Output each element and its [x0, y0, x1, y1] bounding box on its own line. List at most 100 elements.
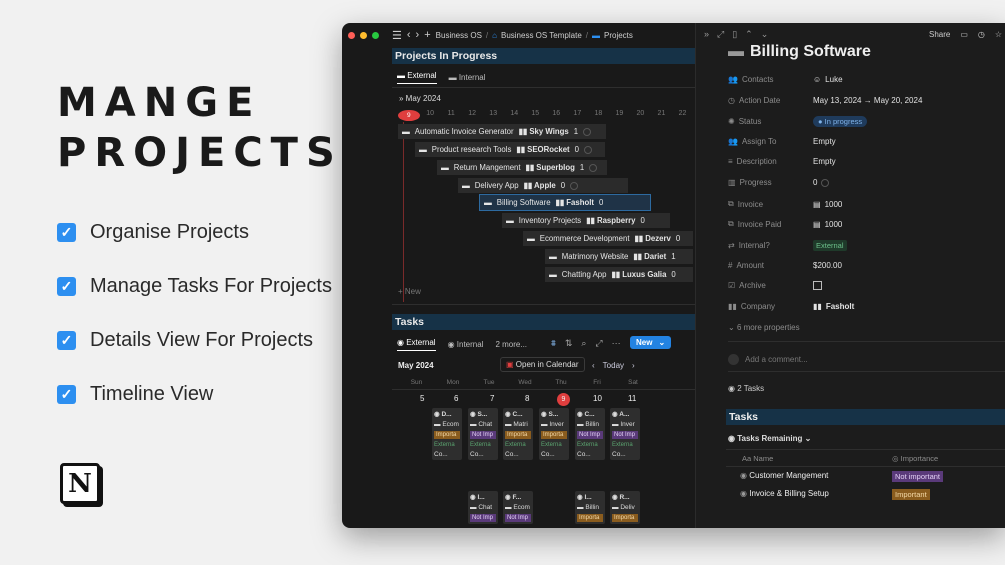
maximize-window-button[interactable]: [372, 31, 379, 39]
prop-invoice[interactable]: ⧉ Invoice ▤ 1000: [728, 199, 1005, 209]
building-icon: ▮▮: [728, 302, 737, 311]
prop-contacts[interactable]: 👥 Contacts ☺ Luke: [728, 75, 1005, 84]
calendar-month: May 2024: [398, 361, 434, 370]
timeline-bar[interactable]: ▬ Return Mangement ▮▮ Superblog 1: [437, 160, 607, 175]
down-icon[interactable]: ⌄: [761, 29, 769, 40]
user-icon: ☺: [813, 75, 822, 84]
collapse-icon[interactable]: »: [704, 29, 709, 40]
up-icon[interactable]: ⌃: [745, 29, 753, 40]
feature-label: Details View For Projects: [90, 329, 314, 351]
timeline-month: » May 2024: [399, 94, 441, 103]
tab-internal[interactable]: ◉ Internal: [448, 340, 484, 349]
task-card[interactable]: ◉ I... ▬ Billin Importa: [575, 491, 605, 524]
tasks-remaining-view[interactable]: ◉ Tasks Remaining ⌄: [728, 434, 811, 443]
archive-checkbox[interactable]: [813, 281, 822, 290]
hash-icon: #: [728, 261, 733, 270]
filter-icon[interactable]: ⩩: [551, 338, 556, 349]
checkbox-icon: ✓: [57, 223, 76, 242]
fullscreen-icon[interactable]: ⤢: [717, 29, 724, 40]
search-icon[interactable]: ⌕: [581, 338, 586, 349]
progress-ring-icon: [821, 178, 830, 187]
app-window: ☰ ‹ › + Business OS / ⌂ Business OS Templa…: [342, 23, 1005, 528]
task-card[interactable]: ◉ S... ▬ Inver Importa Externa Co...: [539, 408, 569, 460]
prop-company[interactable]: ▮▮ Company ▮▮ Fasholt: [728, 302, 1005, 311]
star-icon[interactable]: ☆: [995, 30, 1002, 39]
new-project-button[interactable]: + New: [398, 287, 421, 296]
plus-icon[interactable]: +: [424, 29, 430, 41]
top-bar: ☰ ‹ › + Business OS / ⌂ Business OS Templa…: [342, 23, 695, 47]
prop-internal[interactable]: ⇄ Internal? External: [728, 240, 1005, 251]
more-icon[interactable]: ···: [612, 338, 621, 349]
comment-icon[interactable]: ▭: [960, 30, 968, 39]
comment-input[interactable]: Add a comment...: [728, 354, 808, 365]
prev-icon[interactable]: ‹: [592, 361, 595, 370]
prop-archive[interactable]: ☑ Archive: [728, 281, 1005, 290]
more-properties-button[interactable]: ⌄ 6 more properties: [728, 323, 800, 332]
prop-status[interactable]: ✺ Status ● In progress: [728, 116, 1005, 127]
forward-icon[interactable]: ›: [416, 29, 420, 41]
timeline-bar[interactable]: ▬ Product research Tools ▮▮ SEORocket 0: [415, 142, 605, 157]
prop-action-date[interactable]: ◷ Action Date May 13, 2024 → May 20, 2024: [728, 96, 1005, 105]
task-card[interactable]: ◉ C... ▬ Billin Not Imp Externa Co...: [575, 408, 605, 460]
table-row[interactable]: ◉ Invoice & Billing Setup: [740, 489, 829, 498]
timeline-bar[interactable]: ▬ Delivery App ▮▮ Apple 0: [458, 178, 628, 193]
col-importance-header[interactable]: ◎ Importance: [892, 454, 938, 463]
open-calendar-button[interactable]: ▣ Open in Calendar: [500, 357, 585, 372]
chart-icon: ▥: [728, 178, 736, 187]
timeline-bar[interactable]: ▬ Automatic Invoice Generator ▮▮ Sky Wings…: [398, 124, 606, 139]
timeline-bar-selected[interactable]: ▬ Billing Software ▮▮ Fasholt 0: [479, 194, 651, 211]
tab-external[interactable]: ▬ External: [397, 71, 437, 84]
prop-amount[interactable]: # Amount $200.00: [728, 261, 1005, 270]
today-button[interactable]: Today: [603, 361, 624, 370]
task-card[interactable]: ◉ A... ▬ Inver Not Imp Externa Co...: [610, 408, 640, 460]
share-button[interactable]: Share: [929, 30, 950, 39]
prop-progress[interactable]: ▥ Progress 0: [728, 178, 1005, 187]
expand-icon[interactable]: ⤢: [595, 338, 602, 349]
status-icon: ✺: [728, 117, 735, 126]
timeline-days: 9 10 11 12 13 14 15 16 17 18 19 20 21 22: [398, 110, 693, 121]
calendar-date: 7: [490, 394, 495, 403]
close-window-button[interactable]: [348, 31, 355, 39]
feature-item: ✓ Manage Tasks For Projects: [57, 275, 332, 298]
menu-icon[interactable]: ☰: [392, 29, 402, 42]
col-name-header[interactable]: Aa Name: [742, 454, 773, 463]
tab-more[interactable]: 2 more...: [495, 340, 527, 349]
tasks-toolbar: ⩩ ⇅ ⌕ ⤢ ···: [551, 338, 621, 349]
feature-label: Manage Tasks For Projects: [90, 275, 332, 297]
avatar: [728, 354, 739, 365]
today-badge: 9: [398, 110, 420, 121]
task-card[interactable]: ◉ R... ▬ Deliv Importa: [610, 491, 640, 524]
task-card[interactable]: ◉ I... ▬ Chat Not Imp: [468, 491, 498, 524]
sort-icon[interactable]: ⇅: [565, 338, 573, 349]
timeline-bar[interactable]: ▬ Ecommerce Development ▮▮ Dezerv 0: [523, 231, 693, 246]
projects-tabs: ▬ External ▬ Internal: [397, 71, 486, 84]
breadcrumb-projects[interactable]: Projects: [604, 31, 633, 40]
new-task-button[interactable]: New ⌄: [630, 336, 672, 349]
tab-internal[interactable]: ▬ Internal: [449, 73, 486, 82]
breadcrumb-business-os[interactable]: Business OS: [436, 31, 482, 40]
internal-badge: External: [813, 240, 847, 251]
task-card[interactable]: ◉ D... ▬ Ecom Importa Externa Co...: [432, 408, 462, 460]
hero-title-line1: MANGE: [57, 80, 262, 126]
task-card[interactable]: ◉ F... ▬ Ecom Not Imp: [503, 491, 533, 524]
tasks-count[interactable]: ◉ 2 Tasks: [728, 384, 764, 393]
clock-icon[interactable]: ◷: [978, 30, 985, 39]
prop-invoice-paid[interactable]: ⧉ Invoice Paid ▤ 1000: [728, 219, 1005, 229]
prop-description[interactable]: ≡ Description Empty: [728, 157, 1005, 166]
panel-icon[interactable]: ▯: [732, 29, 737, 40]
document-icon: ▤: [813, 219, 821, 229]
checkbox-icon: ✓: [57, 277, 76, 296]
minimize-window-button[interactable]: [360, 31, 367, 39]
timeline-bar[interactable]: ▬ Matrimony Website ▮▮ Dariet 1: [545, 249, 693, 264]
breadcrumb-template[interactable]: Business OS Template: [501, 31, 582, 40]
tab-external[interactable]: ◉ External: [397, 338, 436, 351]
task-card[interactable]: ◉ S... ▬ Chat Not Imp Externa Co...: [468, 408, 498, 460]
back-icon[interactable]: ‹: [407, 29, 411, 41]
task-card[interactable]: ◉ C... ▬ Matri Importa Externa Co...: [503, 408, 533, 460]
timeline-bar[interactable]: ▬ Inventory Projects ▮▮ Raspberry 0: [502, 213, 670, 228]
folder-icon: ▬: [728, 43, 744, 60]
prop-assign-to[interactable]: 👥 Assign To Empty: [728, 137, 1005, 146]
table-row[interactable]: ◉ Customer Mangement: [740, 471, 828, 480]
timeline-bar[interactable]: ▬ Chatting App ▮▮ Luxus Galia 0: [545, 267, 693, 282]
next-icon[interactable]: ›: [632, 361, 635, 370]
